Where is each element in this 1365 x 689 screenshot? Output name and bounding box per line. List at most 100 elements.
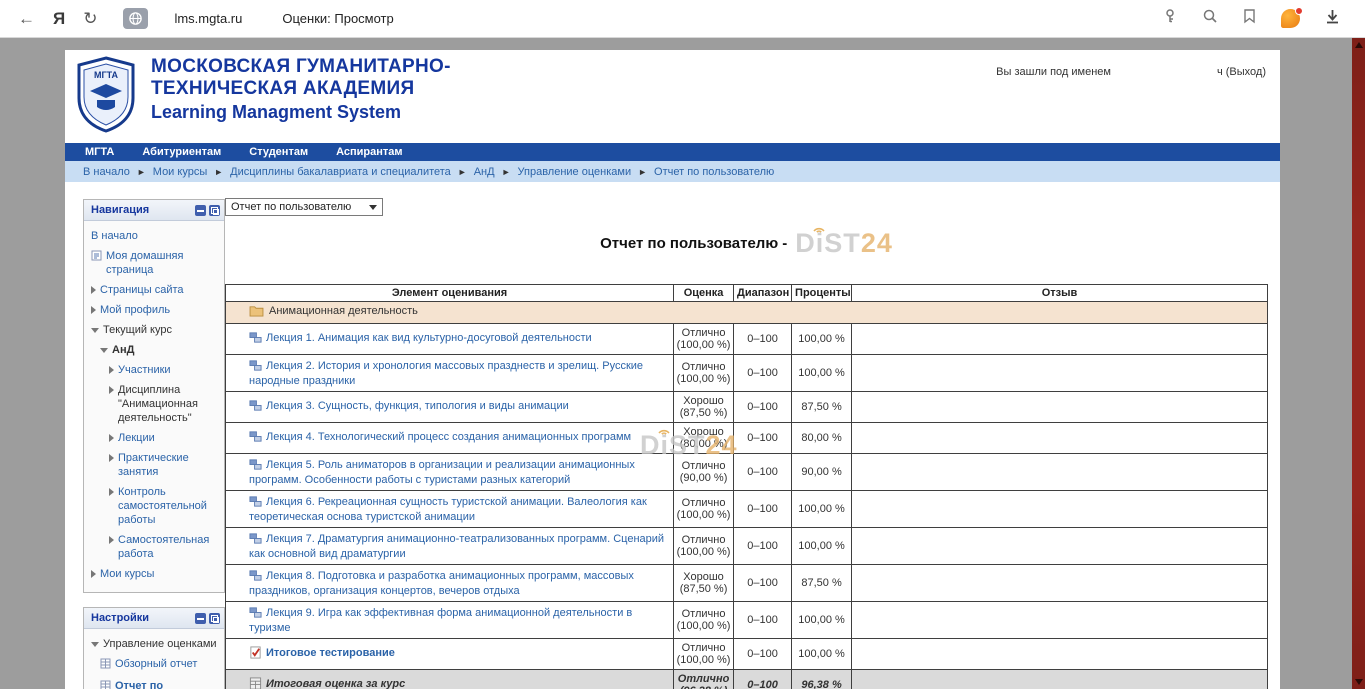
chevron-down-icon[interactable] [100, 348, 108, 353]
refresh-button[interactable]: ↻ [83, 10, 97, 27]
browser-scrollbar[interactable] [1352, 38, 1365, 689]
scroll-up-arrow[interactable] [1355, 42, 1363, 48]
chevron-right-icon[interactable] [109, 454, 114, 462]
sidebar-link-dashboard[interactable]: Моя домашняя страница [106, 249, 219, 277]
password-key-icon[interactable] [1162, 8, 1178, 29]
grade-cell: Отлично(100,00 %) [674, 602, 734, 639]
chevron-right-icon[interactable] [109, 434, 114, 442]
dock-block-icon[interactable] [209, 613, 220, 624]
navigation-block-header: Навигация [84, 200, 224, 221]
item-cell: Лекция 4. Технологический процесс создан… [226, 423, 674, 454]
chevron-right-icon[interactable] [109, 488, 114, 496]
address-bar-url[interactable]: lms.mgta.ru [174, 11, 242, 26]
breadcrumb-grade-admin[interactable]: Управление оценками [518, 166, 632, 178]
sidebar-label-discipline: Дисциплина "Анимационная деятельность" [118, 383, 219, 425]
grade-item-link[interactable]: Лекция 3. Сущность, функция, типология и… [266, 400, 569, 412]
grade-item-link[interactable]: Лекция 2. История и хронология массовых … [249, 360, 643, 387]
logout-link[interactable]: ч (Выход) [1217, 66, 1266, 78]
back-button[interactable]: ← [18, 10, 35, 27]
chevron-down-icon[interactable] [91, 328, 99, 333]
sidebar-link-my-profile[interactable]: Мой профиль [100, 303, 170, 317]
grade-item-link[interactable]: Лекция 8. Подготовка и разработка анимац… [249, 570, 634, 597]
chevron-right-icon[interactable] [91, 286, 96, 294]
report-page-title: Отчет по пользователю - DiST24 [225, 228, 1268, 258]
grade-item-link[interactable]: Лекция 7. Драматургия анимационно-театра… [249, 533, 664, 560]
grade-cell: Отлично(100,00 %) [674, 528, 734, 565]
bookmark-flag-icon[interactable] [1242, 8, 1257, 29]
dist24-watermark: DiST24 [795, 228, 893, 259]
breadcrumb-separator: ► [458, 167, 467, 177]
collapse-block-icon[interactable] [195, 205, 206, 216]
sidebar-link-overview-report[interactable]: Обзорный отчет [115, 657, 197, 671]
percent-cell: 100,00 % [792, 324, 852, 355]
sidebar-link-home[interactable]: В начало [91, 229, 138, 243]
item-cell: Лекция 5. Роль аниматоров в организации … [226, 454, 674, 491]
breadcrumb-home[interactable]: В начало [83, 166, 130, 178]
notification-icon[interactable] [1281, 9, 1300, 28]
chevron-right-icon[interactable] [109, 386, 114, 394]
sidebar-link-user-report[interactable]: Отчет по пользователю [115, 679, 219, 689]
sidebar-link-lectures[interactable]: Лекции [118, 431, 155, 445]
grade-item-link[interactable]: Лекция 9. Игра как эффективная форма ани… [249, 607, 632, 634]
search-icon[interactable] [1202, 8, 1218, 29]
yandex-browser-icon[interactable]: Я [53, 9, 65, 29]
lms-page: МГТА МОСКОВСКАЯ ГУМАНИТАРНО- ТЕХНИЧЕСКАЯ… [65, 50, 1280, 689]
nav-item-studentam[interactable]: Студентам [249, 146, 308, 158]
nav-item-abiturientam[interactable]: Абитуриентам [142, 146, 221, 158]
collapse-block-icon[interactable] [195, 613, 206, 624]
sidebar-link-self-work[interactable]: Самостоятельная работа [118, 533, 219, 561]
sidebar-link-self-control[interactable]: Контроль самостоятельной работы [118, 485, 219, 527]
grade-item-link[interactable]: Итоговое тестирование [266, 647, 395, 659]
content-area: Навигация В начало Моя домашняя стра [65, 182, 1280, 689]
download-icon[interactable] [1324, 8, 1341, 30]
chevron-right-icon[interactable] [109, 536, 114, 544]
breadcrumb-and[interactable]: АнД [474, 166, 495, 178]
category-cell: Анимационная деятельность [226, 302, 1268, 324]
sidebar-link-site-pages[interactable]: Страницы сайта [100, 283, 184, 297]
report-type-select[interactable]: Отчет по пользователю [225, 198, 383, 216]
percent-cell: 80,00 % [792, 423, 852, 454]
sidebar-item-and-course: АнД [87, 340, 221, 360]
breadcrumb-user-report[interactable]: Отчет по пользователю [654, 166, 774, 178]
grade-item-link[interactable]: Лекция 1. Анимация как вид культурно-дос… [266, 332, 592, 344]
chevron-down-icon[interactable] [91, 642, 99, 647]
grade-cell: Отлично(100,00 %) [674, 324, 734, 355]
chevron-right-icon[interactable] [91, 306, 96, 314]
range-cell: 0–100 [734, 639, 792, 670]
sidebar-item-my-profile: Мой профиль [87, 300, 221, 320]
academy-name-line1: МОСКОВСКАЯ ГУМАНИТАРНО- [151, 56, 451, 78]
login-info: Вы зашли под именем ч (Выход) [996, 66, 1266, 78]
chevron-right-icon[interactable] [91, 570, 96, 578]
col-header-element: Элемент оценивания [226, 285, 674, 302]
item-cell: Лекция 6. Рекреационная сущность туристс… [226, 491, 674, 528]
grade-item-link[interactable]: Лекция 5. Роль аниматоров в организации … [249, 459, 635, 486]
percent-cell: 100,00 % [792, 602, 852, 639]
mgta-logo: МГТА [75, 56, 137, 134]
report-grid-icon [100, 658, 111, 673]
breadcrumb-my-courses[interactable]: Мои курсы [153, 166, 207, 178]
nav-item-aspirantam[interactable]: Аспирантам [336, 146, 402, 158]
site-header: МГТА МОСКОВСКАЯ ГУМАНИТАРНО- ТЕХНИЧЕСКАЯ… [65, 50, 1280, 143]
settings-block-body: Управление оценками Обзорный отчет Отчет… [84, 629, 224, 689]
breadcrumb-disciplines[interactable]: Дисциплины бакалавриата и специалитета [230, 166, 451, 178]
grade-item-link[interactable]: Лекция 4. Технологический процесс создан… [266, 431, 631, 443]
grade-item-link[interactable]: Лекция 6. Рекреационная сущность туристс… [249, 496, 647, 523]
chevron-down-icon [369, 205, 377, 210]
main-report-area: Отчет по пользователю Отчет по пользоват… [225, 182, 1268, 689]
scroll-down-arrow[interactable] [1355, 679, 1363, 685]
dock-block-icon[interactable] [209, 205, 220, 216]
notification-badge [1295, 7, 1303, 15]
settings-block-header: Настройки [84, 608, 224, 629]
sidebar-label-and-course[interactable]: АнД [112, 343, 134, 357]
nav-item-mgta[interactable]: МГТА [85, 146, 114, 158]
sidebar-link-my-courses[interactable]: Мои курсы [100, 567, 154, 581]
col-header-feedback: Отзыв [852, 285, 1268, 302]
breadcrumb-separator: ► [502, 167, 511, 177]
chevron-right-icon[interactable] [109, 366, 114, 374]
range-cell: 0–100 [734, 491, 792, 528]
sidebar-link-participants[interactable]: Участники [118, 363, 171, 377]
sidebar-link-practical[interactable]: Практические занятия [118, 451, 219, 479]
item-cell: Итоговое тестирование [226, 639, 674, 670]
percent-cell: 100,00 % [792, 355, 852, 392]
grade-cell: Отлично(100,00 %) [674, 491, 734, 528]
